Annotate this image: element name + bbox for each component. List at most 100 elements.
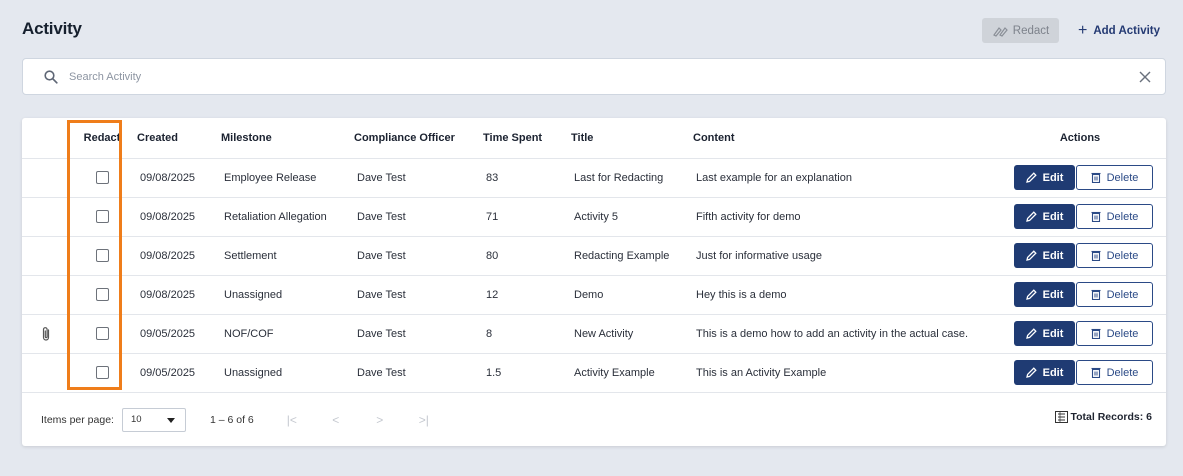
delete-label: Delete [1106, 366, 1139, 379]
items-per-page-select[interactable]: 10 [121, 407, 186, 432]
title-cell: Last for Redacting [571, 158, 693, 198]
content-cell: This is a demo how to add an activity in… [693, 314, 994, 354]
col-milestone[interactable]: Milestone [221, 118, 354, 159]
edit-label: Edit [1042, 327, 1064, 340]
created-cell: 09/05/2025 [137, 314, 221, 354]
edit-label: Edit [1042, 210, 1064, 223]
created-cell: 09/08/2025 [137, 275, 221, 315]
actions-cell: Edit Delete [994, 353, 1166, 393]
edit-button[interactable]: Edit [1014, 204, 1075, 229]
redact-button[interactable]: Redact [982, 18, 1059, 43]
milestone-cell: NOF/COF [221, 314, 354, 354]
col-content[interactable]: Content [693, 118, 994, 159]
col-attachment [22, 118, 67, 159]
paperclip-icon[interactable] [40, 326, 52, 342]
redact-checkbox[interactable] [95, 327, 109, 340]
created-cell: 09/05/2025 [137, 353, 221, 393]
pencil-icon [1025, 289, 1037, 300]
redact-checkbox[interactable] [95, 249, 109, 262]
redact-checkbox[interactable] [95, 366, 109, 379]
attachment-cell [22, 353, 67, 393]
redact-button-label: Redact [1012, 24, 1050, 37]
table-row: 09/08/2025 Employee Release Dave Test 83 Las… [22, 158, 1166, 198]
redact-cell [67, 197, 137, 237]
redact-cell [67, 158, 137, 198]
last-page-icon[interactable]: >| [402, 413, 446, 427]
table-row: 09/08/2025 Unassigned Dave Test 12 Demo Hey t… [22, 275, 1166, 315]
edit-button[interactable]: Edit [1014, 165, 1075, 190]
activity-table-card: Redact Created Milestone Compliance Offi… [22, 118, 1166, 446]
delete-label: Delete [1106, 171, 1139, 184]
close-icon[interactable] [1139, 71, 1151, 83]
content-cell: Fifth activity for demo [693, 197, 994, 237]
table-footer: Items per page: 10 1 – 6 of 6 |< < > >| … [22, 393, 1166, 446]
col-title[interactable]: Title [571, 118, 693, 159]
pagination-range: 1 – 6 of 6 [209, 413, 254, 426]
title-cell: Activity Example [571, 353, 693, 393]
col-compliance-officer[interactable]: Compliance Officer [354, 118, 483, 159]
milestone-cell: Employee Release [221, 158, 354, 198]
title-cell: Demo [571, 275, 693, 315]
officer-cell: Dave Test [354, 158, 483, 198]
trash-icon [1091, 328, 1101, 339]
officer-cell: Dave Test [354, 236, 483, 276]
add-activity-button[interactable]: + Add Activity [1078, 18, 1160, 43]
total-records-label: Total Records: 6 [1070, 411, 1153, 423]
delete-button[interactable]: Delete [1076, 360, 1153, 385]
previous-page-icon[interactable]: < [314, 413, 358, 427]
edit-button[interactable]: Edit [1014, 360, 1075, 385]
created-cell: 09/08/2025 [137, 197, 221, 237]
delete-button[interactable]: Delete [1076, 243, 1153, 268]
pencil-icon [1025, 211, 1037, 222]
activity-table: Redact Created Milestone Compliance Offi… [22, 118, 1166, 393]
col-redact[interactable]: Redact [67, 118, 137, 159]
table-header-row: Redact Created Milestone Compliance Offi… [22, 118, 1166, 159]
col-created[interactable]: Created [137, 118, 221, 159]
search-icon [44, 69, 58, 84]
redact-cell [67, 236, 137, 276]
search-input[interactable] [69, 70, 1139, 83]
actions-cell: Edit Delete [994, 236, 1166, 276]
delete-button[interactable]: Delete [1076, 321, 1153, 346]
trash-icon [1091, 172, 1101, 183]
time-spent-cell: 1.5 [483, 353, 571, 393]
redact-icon [992, 26, 1008, 37]
items-per-page-label: Items per page: [41, 413, 114, 426]
delete-button[interactable]: Delete [1076, 204, 1153, 229]
page-title: Activity [22, 19, 82, 38]
next-page-icon[interactable]: > [358, 413, 402, 427]
col-time-spent[interactable]: Time Spent [483, 118, 571, 159]
table-row: 09/05/2025 NOF/COF Dave Test 8 New Activity T… [22, 314, 1166, 354]
delete-button[interactable]: Delete [1076, 165, 1153, 190]
time-spent-cell: 80 [483, 236, 571, 276]
title-cell: New Activity [571, 314, 693, 354]
table-row: 09/05/2025 Unassigned Dave Test 1.5 Activity… [22, 353, 1166, 393]
content-cell: Hey this is a demo [693, 275, 994, 315]
trash-icon [1091, 250, 1101, 261]
edit-label: Edit [1042, 249, 1064, 262]
edit-button[interactable]: Edit [1014, 321, 1075, 346]
officer-cell: Dave Test [354, 197, 483, 237]
attachment-cell [22, 236, 67, 276]
time-spent-cell: 83 [483, 158, 571, 198]
table-row: 09/08/2025 Settlement Dave Test 80 Redacting… [22, 236, 1166, 276]
redact-checkbox[interactable] [95, 210, 109, 223]
edit-button[interactable]: Edit [1014, 243, 1075, 268]
officer-cell: Dave Test [354, 275, 483, 315]
pencil-icon [1025, 328, 1037, 339]
edit-button[interactable]: Edit [1014, 282, 1075, 307]
created-cell: 09/08/2025 [137, 236, 221, 276]
milestone-cell: Settlement [221, 236, 354, 276]
delete-button[interactable]: Delete [1076, 282, 1153, 307]
redact-checkbox[interactable] [95, 288, 109, 301]
list-icon [1054, 411, 1068, 423]
attachment-cell [22, 275, 67, 315]
search-bar [22, 58, 1166, 95]
redact-cell [67, 275, 137, 315]
officer-cell: Dave Test [354, 353, 483, 393]
redact-checkbox[interactable] [95, 171, 109, 184]
actions-cell: Edit Delete [994, 314, 1166, 354]
add-activity-label: Add Activity [1093, 24, 1161, 37]
attachment-cell [22, 197, 67, 237]
first-page-icon[interactable]: |< [270, 413, 314, 427]
